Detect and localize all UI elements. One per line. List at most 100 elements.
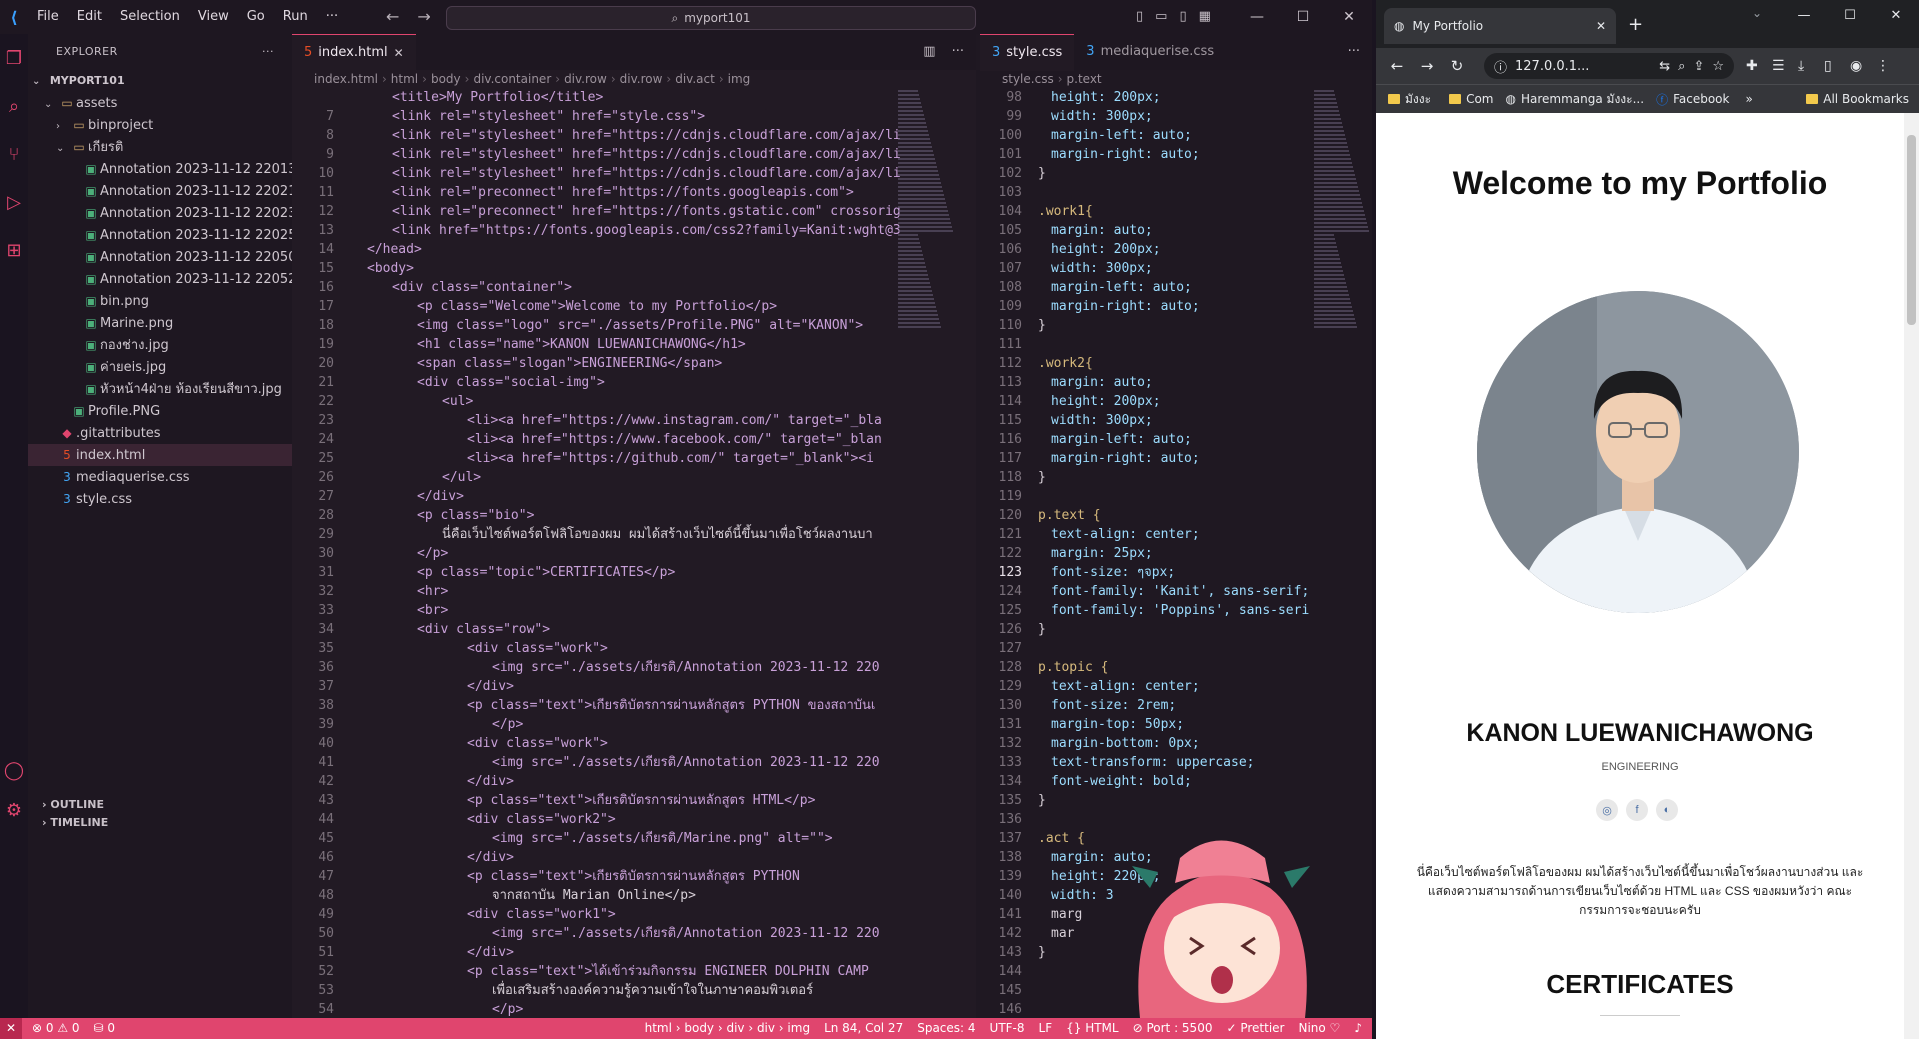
indentation[interactable]: Spaces: 4 (917, 1018, 975, 1039)
reload-icon[interactable]: ↻ (1442, 57, 1472, 75)
minimap[interactable] (898, 90, 954, 420)
extensions-puzzle-icon[interactable]: ✚ (1746, 48, 1758, 84)
file-tree-item[interactable]: ⌄ ▭ เกียรติ (28, 136, 292, 158)
back-arrow-icon[interactable]: ← (386, 0, 399, 34)
tab-search-chevron-icon[interactable]: ⌄ (1752, 6, 1762, 20)
menu-item[interactable]: Edit (68, 0, 111, 34)
close-tab-icon[interactable]: ✕ (394, 35, 404, 71)
bookmark-folder[interactable]: มังงะ (1388, 90, 1431, 109)
bookmark-star-icon[interactable]: ☆ (1712, 59, 1724, 74)
file-tree-item[interactable]: 3 style.css (28, 488, 292, 510)
scrollbar-thumb[interactable] (1907, 135, 1916, 325)
split-editor-icon[interactable]: ▥ (923, 34, 935, 70)
toggle-panel-icon[interactable]: ▭ (1155, 0, 1167, 34)
file-tree-item[interactable]: ◆ .gitattributes (28, 422, 292, 444)
file-tree-item[interactable]: ▣ Annotation 2023-11-12 22013... (28, 158, 292, 180)
maximize-icon[interactable]: ☐ (1280, 0, 1326, 34)
tab-mediaquerise-css[interactable]: 3 mediaquerise.css (1074, 34, 1226, 70)
explorer-icon[interactable]: ❐ (0, 34, 28, 82)
ports-indicator[interactable]: ⛁ 0 (94, 1018, 116, 1039)
menu-item[interactable]: Selection (111, 0, 189, 34)
menu-item[interactable]: File (28, 0, 68, 34)
code-editor-html[interactable]: <title>My Portfolio</title> 7 <link rel="s… (292, 88, 976, 1018)
theme-user[interactable]: Nino ♡ (1298, 1018, 1340, 1039)
more-actions-icon[interactable]: ··· (262, 34, 274, 70)
page-scrollbar[interactable] (1904, 113, 1919, 1039)
customize-layout-icon[interactable]: ▦ (1199, 0, 1211, 34)
file-tree-item[interactable]: ▣ Annotation 2023-11-12 22023... (28, 202, 292, 224)
breadcrumb-item[interactable]: img (728, 72, 751, 86)
close-icon[interactable]: ✕ (1326, 0, 1372, 34)
menu-item[interactable]: Run (274, 0, 317, 34)
timeline-section[interactable]: › TIMELINE (28, 812, 306, 834)
remote-icon[interactable]: ✕ (0, 1018, 22, 1039)
breadcrumb-item[interactable]: div.row (620, 72, 663, 86)
profile-avatar[interactable]: ◉ (1850, 48, 1862, 84)
run-debug-icon[interactable]: ▷ (0, 178, 28, 226)
forward-arrow-icon[interactable]: → (1412, 57, 1442, 75)
browser-tab[interactable]: ◍ My Portfolio ✕ (1384, 8, 1616, 44)
problems-indicator[interactable]: ⊗ 0 ⚠ 0 (32, 1018, 80, 1039)
file-tree-item[interactable]: › ▭ binproject (28, 114, 292, 136)
encoding[interactable]: UTF-8 (990, 1018, 1025, 1039)
file-tree-item[interactable]: ▣ bin.png (28, 290, 292, 312)
file-tree-item[interactable]: ▣ ค่ายeis.jpg (28, 356, 292, 378)
breadcrumb-item[interactable]: html (391, 72, 418, 86)
file-tree-item[interactable]: ▣ Annotation 2023-11-12 22052... (28, 268, 292, 290)
bookmark-item[interactable]: ◍ Haremmanga มังงะ... (1506, 90, 1645, 109)
file-tree-item[interactable]: 5 index.html (28, 444, 292, 466)
project-folder[interactable]: ⌄ MYPORT101 (28, 70, 292, 92)
live-server-port[interactable]: ⊘ Port : 5500 (1133, 1018, 1213, 1039)
address-bar[interactable]: ⓘ 127.0.0.1... ⇆ ⌕ ⇪ ☆ (1484, 53, 1734, 79)
all-bookmarks[interactable]: All Bookmarks (1806, 92, 1909, 106)
breadcrumb-item[interactable]: div.act (675, 72, 715, 86)
instagram-icon[interactable]: ◎ (1596, 799, 1618, 821)
file-tree-item[interactable]: ▣ กองช่าง.jpg (28, 334, 292, 356)
share-icon[interactable]: ⇪ (1693, 59, 1704, 74)
tab-style-css[interactable]: 3 style.css (980, 34, 1075, 71)
file-tree-item[interactable]: ▣ หัวหน้า4ฝ่าย ห้องเรียนสีขาว.jpg (28, 378, 292, 400)
breadcrumb-item[interactable]: body (431, 72, 461, 86)
toggle-sidebar-icon[interactable]: ▯ (1136, 0, 1143, 34)
menu-item[interactable]: ··· (317, 0, 347, 34)
more-bookmarks-chevron-icon[interactable]: » (1745, 92, 1752, 106)
bookmark-item[interactable]: ⓕ Facebook (1656, 91, 1729, 108)
file-tree-item[interactable]: ▣ Annotation 2023-11-12 22050... (28, 246, 292, 268)
end-of-line[interactable]: LF (1039, 1018, 1053, 1039)
breadcrumb-item[interactable]: index.html (314, 72, 378, 86)
file-tree-item[interactable]: ▣ Annotation 2023-11-12 22025... (28, 224, 292, 246)
reading-list-icon[interactable]: ☰ (1772, 48, 1785, 84)
github-icon[interactable]: ◐ (1656, 799, 1678, 821)
minimap[interactable] (1314, 90, 1370, 420)
forward-arrow-icon[interactable]: → (417, 0, 430, 34)
site-info-icon[interactable]: ⓘ (1494, 57, 1507, 76)
file-tree-item[interactable]: 3 mediaquerise.css (28, 466, 292, 488)
close-icon[interactable]: ✕ (1873, 0, 1919, 32)
source-control-icon[interactable]: ⑂ (0, 130, 28, 178)
extensions-icon[interactable]: ⊞ (0, 226, 28, 274)
toggle-secondary-sidebar-icon[interactable]: ▯ (1179, 0, 1186, 34)
file-tree-item[interactable]: ▣ Marine.png (28, 312, 292, 334)
more-actions-icon[interactable]: ··· (952, 34, 964, 70)
search-icon[interactable]: ⌕ (0, 82, 28, 130)
chrome-menu-icon[interactable]: ⋮ (1876, 48, 1890, 84)
breadcrumb-item[interactable]: p.text (1067, 72, 1102, 86)
menu-item[interactable]: Go (238, 0, 274, 34)
zoom-icon[interactable]: ⌕ (1678, 59, 1685, 74)
file-tree-item[interactable]: ⌄ ▭ assets (28, 92, 292, 114)
prettier-status[interactable]: ✓ Prettier (1226, 1018, 1284, 1039)
breadcrumb-item[interactable]: div.row (564, 72, 607, 86)
tab-index-html[interactable]: 5 index.html ✕ (292, 34, 416, 71)
minimize-icon[interactable]: — (1234, 0, 1280, 34)
notifications-bell-icon[interactable]: ♪ (1354, 1018, 1362, 1039)
file-tree-item[interactable]: ▣ Profile.PNG (28, 400, 292, 422)
cursor-position[interactable]: Ln 84, Col 27 (824, 1018, 903, 1039)
breadcrumb-item[interactable]: style.css (1002, 72, 1054, 86)
bookmark-folder[interactable]: Com (1449, 92, 1494, 106)
breadcrumb-item[interactable]: div.container (473, 72, 551, 86)
download-icon[interactable]: ⤓ (1798, 48, 1804, 84)
more-actions-icon[interactable]: ··· (1348, 34, 1360, 70)
menu-item[interactable]: View (189, 0, 238, 34)
side-panel-icon[interactable]: ▯ (1824, 48, 1832, 84)
translate-icon[interactable]: ⇆ (1659, 59, 1670, 74)
